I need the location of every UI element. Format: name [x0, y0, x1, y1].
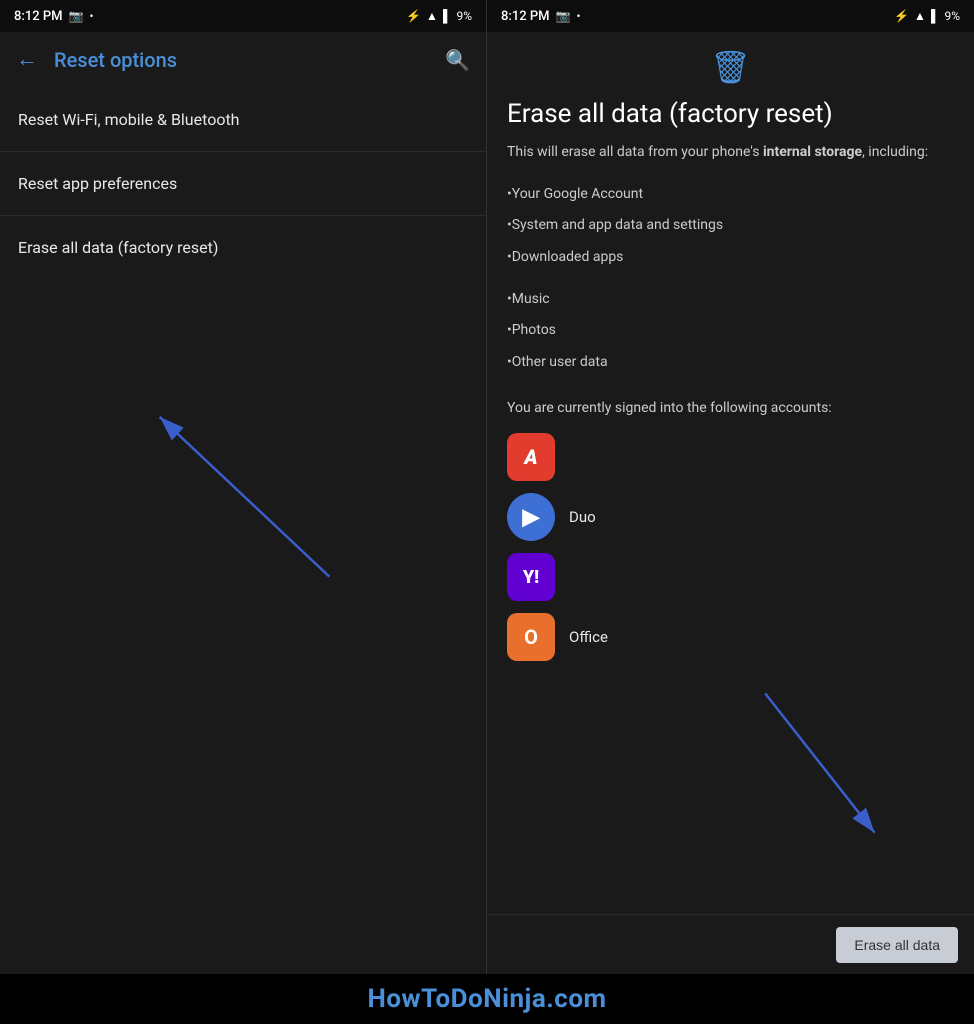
list-item-apps: •Downloaded apps — [507, 242, 954, 274]
right-dot: • — [576, 9, 580, 23]
right-camera-icon: 📷 — [556, 9, 571, 23]
right-arrow-svg — [507, 673, 954, 873]
duo-label: Duo — [569, 508, 596, 526]
erase-title: Erase all data (factory reset) — [507, 98, 954, 132]
watermark-text: HowToDoNinja.com — [367, 984, 606, 1014]
right-signal-icon: ▌ — [931, 9, 940, 23]
right-time: 8:12 PM — [501, 9, 550, 24]
erase-desc-suffix: , including: — [862, 144, 928, 160]
list-item-music: •Music — [507, 284, 954, 316]
back-button[interactable]: ← — [16, 49, 38, 71]
right-battery: 9% — [944, 9, 960, 23]
right-wifi-icon: ▲ — [914, 9, 926, 23]
yahoo-icon: Y! — [507, 553, 555, 601]
office-label: Office — [569, 628, 608, 646]
menu-item-wifi[interactable]: Reset Wi-Fi, mobile & Bluetooth — [0, 88, 486, 152]
right-arrow-area — [507, 673, 954, 753]
account-adobe: A — [507, 433, 954, 481]
watermark-bar: HowToDoNinja.com — [0, 974, 974, 1024]
bottom-bar: Erase all data — [487, 914, 974, 974]
page-title: Reset options — [54, 48, 429, 72]
annotation-area — [0, 279, 486, 974]
right-status-bar: 8:12 PM 📷 • ⚡ ▲ ▌ 9% — [487, 0, 974, 32]
office-icon: O — [507, 613, 555, 661]
signal-icon: ▌ — [443, 9, 452, 23]
right-bluetooth-icon: ⚡ — [894, 9, 909, 23]
erase-desc-prefix: This will erase all data from your phone… — [507, 144, 763, 160]
menu-item-factory-reset[interactable]: Erase all data (factory reset) — [0, 216, 486, 279]
duo-icon: ▶ — [507, 493, 555, 541]
arrow-annotation-svg — [0, 279, 486, 974]
left-battery: 9% — [456, 9, 472, 23]
list-item-photos: •Photos — [507, 315, 954, 347]
dot-indicator: • — [89, 9, 93, 23]
accounts-text: You are currently signed into the follow… — [507, 398, 954, 419]
account-yahoo: Y! — [507, 553, 954, 601]
account-office: O Office — [507, 613, 954, 661]
list-item-google: •Your Google Account — [507, 179, 954, 211]
trash-icon: 🗑 — [710, 48, 751, 86]
left-screen: 8:12 PM 📷 • ⚡ ▲ ▌ 9% ← Reset options 🔍 R… — [0, 0, 487, 974]
left-toolbar: ← Reset options 🔍 — [0, 32, 486, 88]
adobe-icon: A — [507, 433, 555, 481]
wifi-icon: ▲ — [426, 9, 438, 23]
menu-item-app-prefs[interactable]: Reset app preferences — [0, 152, 486, 216]
camera-icon: 📷 — [69, 9, 84, 23]
left-time: 8:12 PM — [14, 9, 63, 24]
bluetooth-icon: ⚡ — [406, 9, 421, 23]
trash-icon-container: 🗑 — [507, 48, 954, 86]
list-item-system: •System and app data and settings — [507, 210, 954, 242]
menu-list: Reset Wi-Fi, mobile & Bluetooth Reset ap… — [0, 88, 486, 279]
erase-content: 🗑 Erase all data (factory reset) This wi… — [487, 32, 974, 914]
left-status-bar: 8:12 PM 📷 • ⚡ ▲ ▌ 9% — [0, 0, 486, 32]
erase-all-button[interactable]: Erase all data — [836, 927, 958, 963]
erase-desc-bold: internal storage — [763, 144, 862, 160]
list-item-userdata: •Other user data — [507, 347, 954, 379]
search-button[interactable]: 🔍 — [445, 48, 470, 72]
account-duo: ▶ Duo — [507, 493, 954, 541]
erase-description: This will erase all data from your phone… — [507, 142, 954, 163]
right-screen: 8:12 PM 📷 • ⚡ ▲ ▌ 9% 🗑 Erase all data (f… — [487, 0, 974, 974]
